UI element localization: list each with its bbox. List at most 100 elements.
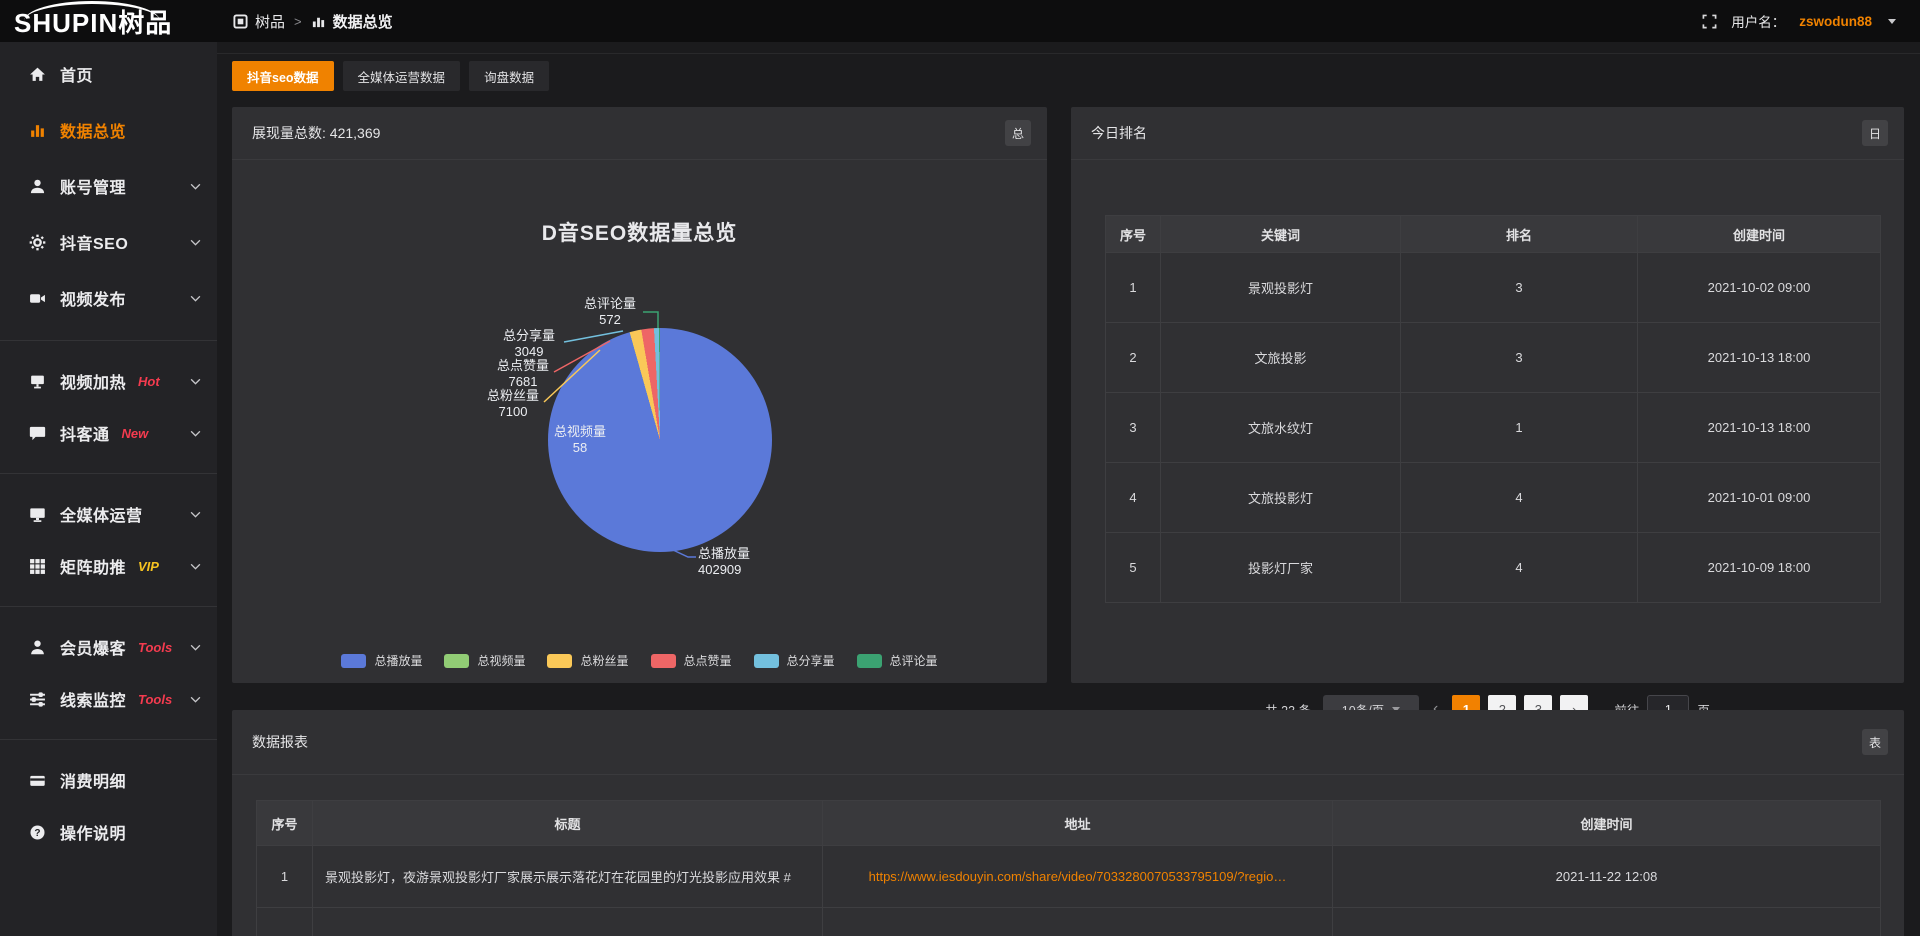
tools-badge: Tools — [138, 640, 172, 655]
pie-label-total-likes: 总点赞量 7681 — [494, 358, 552, 390]
sidebar-item-expense-detail[interactable]: 消费明细 — [0, 754, 217, 806]
chevron-down-icon — [190, 295, 201, 302]
pie-label-name: 总分享量 — [503, 328, 555, 344]
tab-omnimedia-data[interactable]: 全媒体运营数据 — [343, 61, 461, 91]
new-badge: New — [122, 426, 149, 441]
sidebar-item-label: 线索监控 — [60, 687, 126, 711]
sidebar-item-help[interactable]: ? 操作说明 — [0, 806, 217, 858]
monitor-icon — [27, 506, 47, 523]
total-toggle-button[interactable]: 总 — [1005, 120, 1031, 146]
report-panel-body: 序号 标题 地址 创建时间 1 景观投影灯，夜游景观投影灯厂家展示展示落花灯在花… — [232, 800, 1904, 936]
report-panel-header: 数据报表 表 — [232, 710, 1904, 775]
legend-swatch — [341, 654, 366, 668]
legend-label: 总分享量 — [787, 652, 835, 669]
cell-index: 4 — [1106, 463, 1161, 533]
overview-panel-header: 展现量总数: 421,369 总 — [232, 107, 1047, 160]
sidebar-item-member-burst[interactable]: 会员爆客 Tools — [0, 621, 217, 673]
breadcrumb-current[interactable]: 数据总览 — [333, 11, 393, 32]
sidebar-item-label: 抖音SEO — [60, 230, 128, 254]
sidebar-item-omnimedia[interactable]: 全媒体运营 — [0, 488, 217, 540]
pie-label-name: 总播放量 — [698, 546, 750, 562]
sidebar-item-label: 视频加热 — [60, 369, 126, 393]
sidebar-item-matrix-boost[interactable]: 矩阵助推 VIP — [0, 540, 217, 592]
breadcrumb-root[interactable]: 树品 — [255, 11, 285, 32]
pie-chart-title: D音SEO数据量总览 — [232, 217, 1047, 247]
legend-item-total-fans[interactable]: 总粉丝量 — [547, 652, 628, 669]
sidebar-item-lead-monitor[interactable]: 线索监控 Tools — [0, 673, 217, 725]
sidebar-item-label: 全媒体运营 — [60, 502, 143, 526]
legend-item-total-comments[interactable]: 总评论量 — [857, 652, 938, 669]
sidebar-item-video-heat[interactable]: 视频加热 Hot — [0, 355, 217, 407]
app-box-icon — [233, 14, 248, 29]
tab-inquiry-data[interactable]: 询盘数据 — [469, 61, 549, 91]
breadcrumb-separator: > — [292, 14, 304, 29]
sidebar-item-label: 消费明细 — [60, 768, 126, 792]
vip-badge: VIP — [138, 559, 159, 574]
pie-label-value: 402909 — [698, 562, 741, 578]
header-divider — [217, 53, 1920, 54]
panels-row: 展现量总数: 421,369 总 D音SEO数据量总览 总评论量 — [232, 107, 1904, 683]
cell-created: 2021-10-01 09:00 — [1638, 463, 1881, 533]
legend-label: 总评论量 — [890, 652, 938, 669]
sidebar-item-label: 数据总览 — [60, 118, 126, 142]
pie-label-total-fans: 总粉丝量 7100 — [484, 388, 542, 420]
pie-label-value: 58 — [573, 440, 587, 456]
question-circle-icon: ? — [27, 824, 47, 841]
username-value[interactable]: zswodun88 — [1799, 14, 1872, 29]
sidebar-item-label: 视频发布 — [60, 286, 126, 310]
table-toggle-button[interactable]: 表 — [1862, 729, 1888, 755]
table-header-row: 序号 关键词 排名 创建时间 — [1106, 216, 1881, 253]
col-header-index: 序号 — [257, 801, 313, 846]
chevron-down-icon[interactable] — [1888, 19, 1896, 24]
report-panel-title: 数据报表 — [252, 732, 308, 752]
legend-item-total-videos[interactable]: 总视频量 — [444, 652, 525, 669]
sidebar-item-label: 矩阵助推 — [60, 554, 126, 578]
cell-created: 2021-11-22 12:08 — [1333, 846, 1881, 908]
pie-label-value: 572 — [599, 312, 621, 328]
ranking-table: 序号 关键词 排名 创建时间 1 景观投影灯 3 2021-10 — [1105, 215, 1881, 603]
table-header-row: 序号 标题 地址 创建时间 — [257, 801, 1881, 846]
app-root: SHUPIN树品 树品 > 数据总览 用户名： zswodun88 首页 — [0, 0, 1920, 936]
legend-item-total-likes[interactable]: 总点赞量 — [651, 652, 732, 669]
tab-douyin-seo-data[interactable]: 抖音seo数据 — [232, 61, 334, 91]
sidebar-item-douyin-seo[interactable]: 抖音SEO — [0, 214, 217, 270]
pie-label-total-videos: 总视频量 58 — [550, 424, 610, 456]
chevron-down-icon — [190, 430, 201, 437]
sidebar-divider — [0, 739, 217, 740]
billboard-icon — [27, 373, 47, 390]
sidebar-item-doukerong[interactable]: 抖客通 New — [0, 407, 217, 459]
day-toggle-button[interactable]: 日 — [1862, 120, 1888, 146]
cell-keyword: 文旅投影 — [1161, 323, 1401, 393]
pie-label-value: 7100 — [499, 404, 528, 420]
cell-index: 2 — [1106, 323, 1161, 393]
pie-label-name: 总点赞量 — [497, 358, 549, 374]
pie-label-name: 总评论量 — [584, 296, 636, 312]
sidebar-item-home[interactable]: 首页 — [0, 46, 217, 102]
video-link[interactable]: https://www.iesdouyin.com/share/video/70… — [869, 869, 1287, 884]
pie-label-total-comments: 总评论量 572 — [580, 296, 640, 328]
sidebar-item-account[interactable]: 账号管理 — [0, 158, 217, 214]
sidebar-item-label: 首页 — [60, 62, 93, 86]
legend-label: 总视频量 — [477, 652, 525, 669]
sidebar-item-video-publish[interactable]: 视频发布 — [0, 270, 217, 326]
chevron-down-icon — [190, 644, 201, 651]
cell-url: https://www.iesdouyin.com/share/video/70… — [823, 846, 1333, 908]
legend-item-total-plays[interactable]: 总播放量 — [341, 652, 422, 669]
chevron-down-icon — [190, 511, 201, 518]
sidebar-item-data-overview[interactable]: 数据总览 — [0, 102, 217, 158]
pie-label-name: 总粉丝量 — [487, 388, 539, 404]
cell-rank: 3 — [1401, 323, 1638, 393]
legend-swatch — [547, 654, 572, 668]
table-row: 5 投影灯厂家 4 2021-10-09 18:00 — [1106, 533, 1881, 603]
data-tabs: 抖音seo数据 全媒体运营数据 询盘数据 — [232, 61, 1920, 91]
cell-created: 2021-10-09 18:00 — [1638, 533, 1881, 603]
cell-index: 1 — [1106, 253, 1161, 323]
tools-badge: Tools — [138, 692, 172, 707]
cell-keyword: 文旅投影灯 — [1161, 463, 1401, 533]
fullscreen-icon[interactable] — [1702, 14, 1717, 29]
legend-swatch — [754, 654, 779, 668]
account-icon — [27, 178, 47, 195]
svg-text:?: ? — [34, 828, 40, 839]
chevron-down-icon — [190, 378, 201, 385]
legend-item-total-shares[interactable]: 总分享量 — [754, 652, 835, 669]
